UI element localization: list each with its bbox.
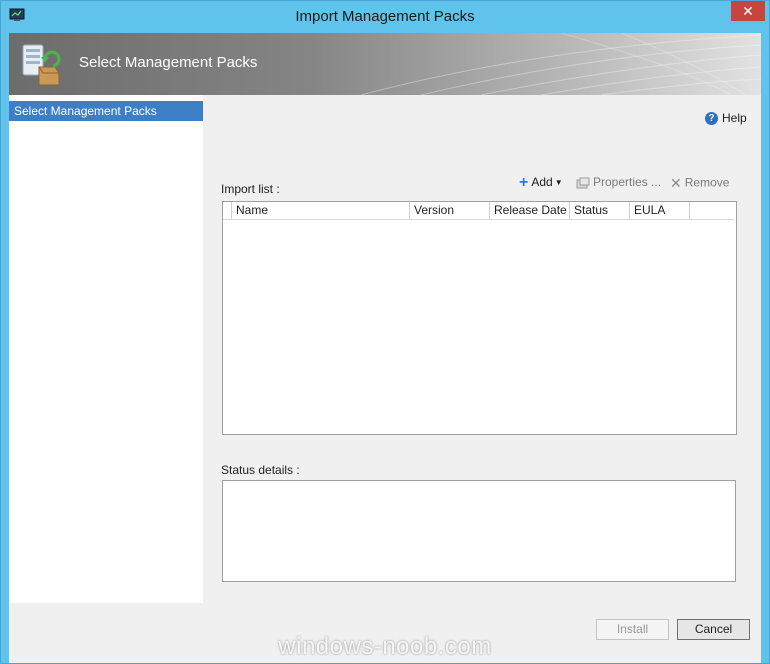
column-header-eula[interactable]: EULA: [630, 202, 690, 219]
banner-decoration: [360, 33, 761, 95]
add-label: Add: [531, 175, 553, 189]
column-header-version[interactable]: Version: [410, 202, 490, 219]
grid-header: Name Version Release Date Status EULA: [223, 202, 734, 220]
help-label: Help: [722, 111, 747, 125]
page-title: Select Management Packs: [79, 54, 258, 71]
close-button[interactable]: ✕: [731, 1, 765, 21]
properties-label: Properties ...: [593, 175, 662, 189]
import-management-packs-window: Import Management Packs ✕ Select Managem…: [0, 0, 770, 664]
add-button[interactable]: + Add ▼: [519, 173, 563, 193]
nav-item-select-management-packs[interactable]: Select Management Packs: [9, 101, 203, 121]
remove-button[interactable]: ✕ Remove: [670, 175, 729, 193]
remove-label: Remove: [684, 175, 730, 190]
management-pack-icon: [22, 44, 61, 86]
import-list-label: Import list :: [221, 182, 280, 196]
row-header-column: [223, 202, 232, 219]
help-link[interactable]: ? Help: [705, 111, 747, 127]
dropdown-arrow-icon: ▼: [554, 178, 563, 188]
help-icon: ?: [705, 112, 718, 126]
wizard-banner: Select Management Packs: [9, 33, 761, 95]
window-title: Import Management Packs: [295, 8, 475, 25]
status-details-label: Status details :: [221, 463, 300, 477]
properties-button[interactable]: Properties ...: [576, 175, 661, 193]
column-header-status[interactable]: Status: [570, 202, 630, 219]
watermark-text: windows-noob.com: [278, 633, 492, 660]
remove-x-icon: ✕: [670, 175, 682, 191]
title-bar[interactable]: Import Management Packs ✕: [1, 1, 769, 33]
column-header-name[interactable]: Name: [232, 202, 410, 219]
plus-icon: +: [519, 173, 529, 191]
import-list-grid[interactable]: Name Version Release Date Status EULA: [222, 201, 737, 435]
wizard-step-nav: Select Management Packs: [9, 95, 203, 603]
column-header-release-date[interactable]: Release Date: [490, 202, 570, 219]
properties-icon: [576, 177, 590, 189]
status-details-box[interactable]: [222, 480, 736, 582]
wizard-content: Select Management Packs ? Help Import lis…: [9, 95, 761, 603]
